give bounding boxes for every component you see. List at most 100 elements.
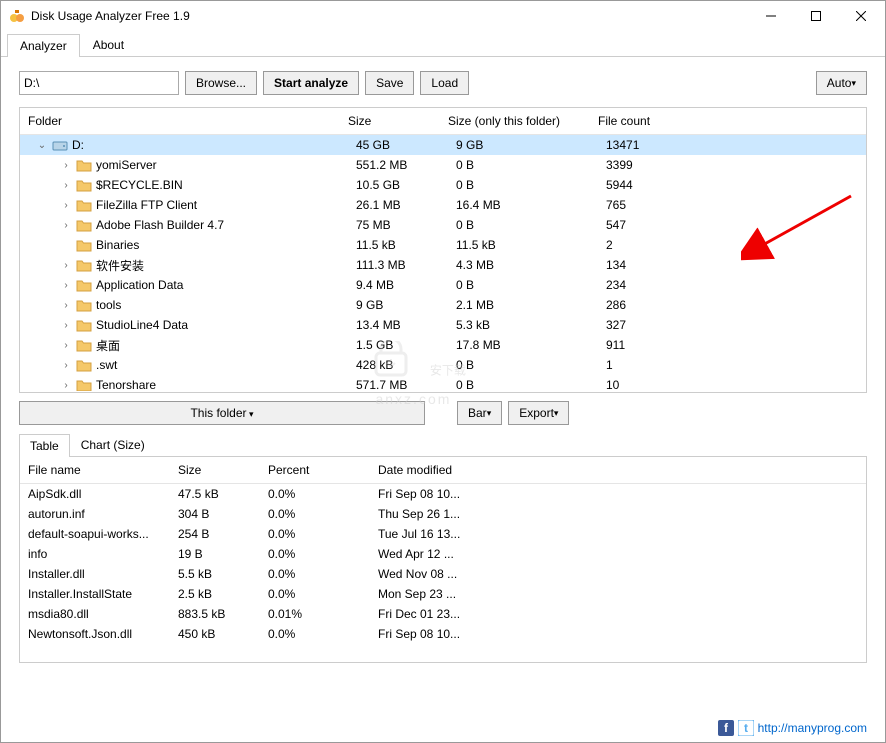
file-body[interactable]: AipSdk.dll47.5 kB0.0%Fri Sep 08 10...aut… [20,484,866,644]
folder-icon [76,258,92,272]
folder-name: StudioLine4 Data [96,318,188,332]
tree-row[interactable]: Binaries11.5 kB11.5 kB2 [20,235,866,255]
svg-text:t: t [744,721,748,735]
tree-row[interactable]: ›FileZilla FTP Client26.1 MB16.4 MB765 [20,195,866,215]
file-name-cell: msdia80.dll [20,607,170,621]
tab-table[interactable]: Table [19,434,70,457]
tab-chart[interactable]: Chart (Size) [70,433,156,456]
tree-row[interactable]: ›桌面1.5 GB17.8 MB911 [20,335,866,355]
count-cell: 286 [598,298,698,312]
main-tabs: Analyzer About [1,33,885,57]
file-row[interactable]: Newtonsoft.Json.dll450 kB0.0%Fri Sep 08 … [20,624,866,644]
folder-icon [76,238,92,252]
col-folder[interactable]: Folder [20,112,340,130]
window-title: Disk Usage Analyzer Free 1.9 [31,9,748,23]
file-row[interactable]: info19 B0.0%Wed Apr 12 ... [20,544,866,564]
bar-dropdown[interactable]: Bar [457,401,502,425]
expand-icon[interactable]: › [60,280,72,291]
folder-name: .swt [96,358,117,372]
tree-header: Folder Size Size (only this folder) File… [20,108,866,135]
file-date-cell: Fri Sep 08 10... [370,627,510,641]
file-date-cell: Thu Sep 26 1... [370,507,510,521]
footer: f t http://manyprog.com [718,720,867,736]
browse-button[interactable]: Browse... [185,71,257,95]
size-only-cell: 0 B [448,378,598,391]
size-only-cell: 0 B [448,218,598,232]
footer-link[interactable]: http://manyprog.com [758,721,867,735]
expand-icon[interactable]: › [60,320,72,331]
expand-icon[interactable]: › [60,380,72,391]
this-folder-dropdown[interactable]: This folder [19,401,425,425]
expand-icon[interactable]: › [60,360,72,371]
col-filesize[interactable]: Size [170,461,260,479]
tree-row[interactable]: ›.swt428 kB0 B1 [20,355,866,375]
folder-icon [76,298,92,312]
start-analyze-button[interactable]: Start analyze [263,71,359,95]
col-percent[interactable]: Percent [260,461,370,479]
tab-about[interactable]: About [80,33,137,56]
file-name-cell: Installer.InstallState [20,587,170,601]
col-file-count[interactable]: File count [590,112,690,130]
facebook-icon[interactable]: f [718,720,734,736]
export-dropdown[interactable]: Export [508,401,569,425]
file-name-cell: Newtonsoft.Json.dll [20,627,170,641]
tree-row[interactable]: ›Adobe Flash Builder 4.775 MB0 B547 [20,215,866,235]
folder-icon [76,378,92,391]
count-cell: 5944 [598,178,698,192]
file-size-cell: 19 B [170,547,260,561]
expand-icon[interactable]: › [60,300,72,311]
expand-icon[interactable]: › [60,200,72,211]
size-cell: 75 MB [348,218,448,232]
folder-icon [76,358,92,372]
col-size[interactable]: Size [340,112,440,130]
tab-analyzer[interactable]: Analyzer [7,34,80,57]
file-name-cell: autorun.inf [20,507,170,521]
size-only-cell: 9 GB [448,138,598,152]
col-date[interactable]: Date modified [370,461,510,479]
tree-row[interactable]: ›Tenorshare571.7 MB0 B10 [20,375,866,391]
file-row[interactable]: default-soapui-works...254 B0.0%Tue Jul … [20,524,866,544]
tree-row[interactable]: ⌄D:45 GB9 GB13471 [20,135,866,155]
save-button[interactable]: Save [365,71,414,95]
file-row[interactable]: Installer.dll5.5 kB0.0%Wed Nov 08 ... [20,564,866,584]
maximize-button[interactable] [793,2,838,30]
col-filename[interactable]: File name [20,461,170,479]
file-row[interactable]: autorun.inf304 B0.0%Thu Sep 26 1... [20,504,866,524]
file-size-cell: 47.5 kB [170,487,260,501]
file-date-cell: Fri Dec 01 23... [370,607,510,621]
tree-row[interactable]: ›yomiServer551.2 MB0 B3399 [20,155,866,175]
tree-row[interactable]: ›$RECYCLE.BIN10.5 GB0 B5944 [20,175,866,195]
expand-icon[interactable]: › [60,160,72,171]
drive-icon [52,138,68,152]
folder-icon [76,338,92,352]
size-only-cell: 5.3 kB [448,318,598,332]
size-only-cell: 0 B [448,158,598,172]
file-row[interactable]: msdia80.dll883.5 kB0.01%Fri Dec 01 23... [20,604,866,624]
tree-row[interactable]: ›tools9 GB2.1 MB286 [20,295,866,315]
count-cell: 911 [598,338,698,352]
minimize-button[interactable] [748,2,793,30]
size-cell: 9 GB [348,298,448,312]
file-percent-cell: 0.0% [260,547,370,561]
expand-icon[interactable]: › [60,220,72,231]
tree-body[interactable]: ⌄D:45 GB9 GB13471›yomiServer551.2 MB0 B3… [20,135,866,391]
file-row[interactable]: Installer.InstallState2.5 kB0.0%Mon Sep … [20,584,866,604]
tree-row[interactable]: ›软件安装111.3 MB4.3 MB134 [20,255,866,275]
load-button[interactable]: Load [420,71,469,95]
expand-icon[interactable]: › [60,180,72,191]
expand-icon[interactable]: ⌄ [36,140,48,151]
col-size-only[interactable]: Size (only this folder) [440,112,590,130]
path-input[interactable] [19,71,179,95]
expand-icon[interactable]: › [60,340,72,351]
file-row[interactable]: AipSdk.dll47.5 kB0.0%Fri Sep 08 10... [20,484,866,504]
size-cell: 111.3 MB [348,258,448,272]
file-name-cell: AipSdk.dll [20,487,170,501]
expand-icon[interactable]: › [60,260,72,271]
auto-dropdown[interactable]: Auto [816,71,867,95]
tree-row[interactable]: ›StudioLine4 Data13.4 MB5.3 kB327 [20,315,866,335]
tree-row[interactable]: ›Application Data9.4 MB0 B234 [20,275,866,295]
folder-icon [76,318,92,332]
close-button[interactable] [838,2,883,30]
count-cell: 327 [598,318,698,332]
twitter-icon[interactable]: t [738,720,754,736]
